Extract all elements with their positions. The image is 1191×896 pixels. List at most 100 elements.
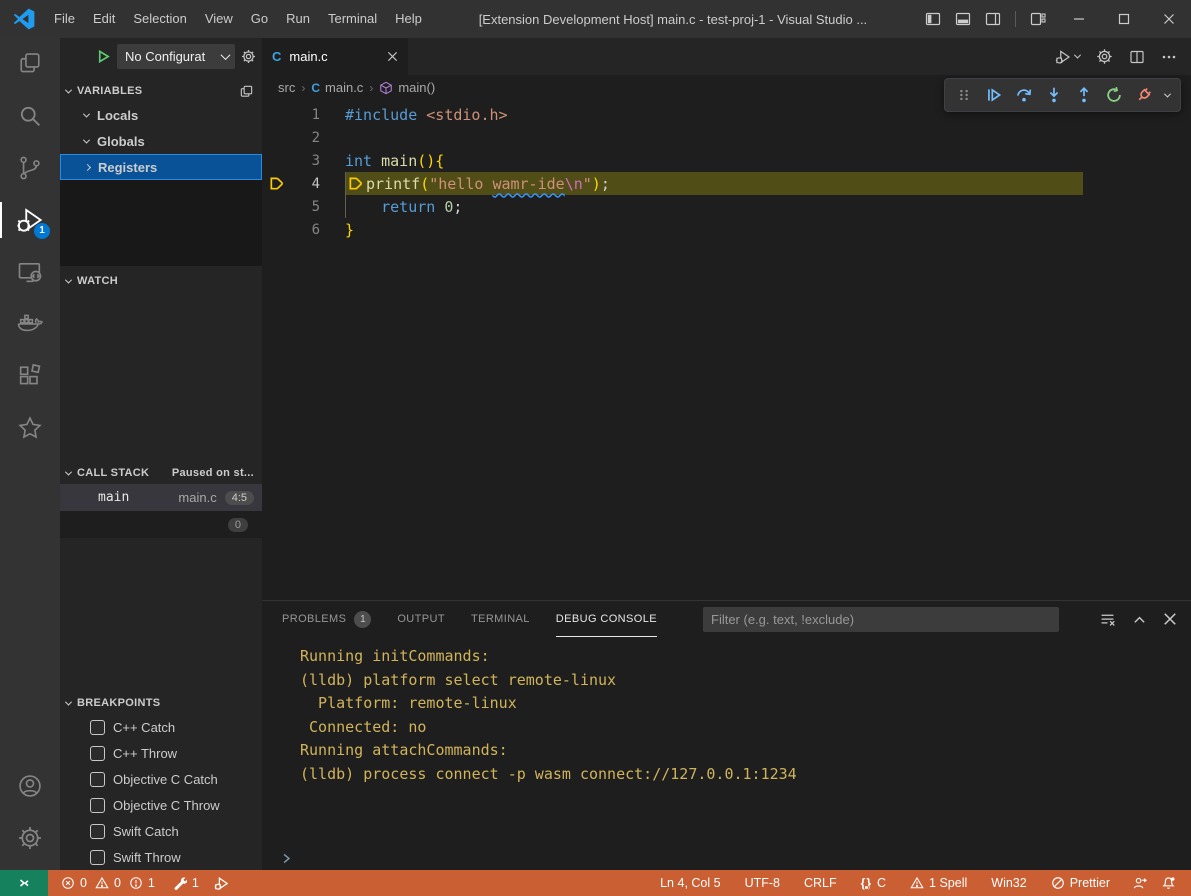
menu-item[interactable]: Selection <box>124 0 195 38</box>
code-line-2[interactable]: 2 <box>262 126 1191 149</box>
star-icon[interactable] <box>0 402 60 454</box>
platform-status[interactable]: Win32 <box>984 876 1033 890</box>
breakpoint-checkbox[interactable] <box>90 824 105 839</box>
variables-locals-row[interactable]: Locals <box>60 102 262 128</box>
breakpoint-item[interactable]: Swift Catch <box>60 818 262 844</box>
thread-row[interactable]: 0 <box>60 511 262 538</box>
breakpoint-item[interactable]: Objective C Catch <box>60 766 262 792</box>
breakpoint-item[interactable]: Objective C Throw <box>60 792 262 818</box>
language-mode-status[interactable]: C <box>854 876 893 890</box>
toggle-secondary-sidebar-icon[interactable] <box>985 11 1001 27</box>
formatter-status[interactable]: Prettier <box>1044 876 1117 890</box>
start-debug-icon[interactable] <box>96 49 111 64</box>
chevron-down-icon <box>1074 52 1081 59</box>
maximize-button[interactable] <box>1101 0 1146 38</box>
problems-status[interactable]: 0 0 1 <box>54 876 158 890</box>
notifications-bell-icon[interactable] <box>1154 876 1183 891</box>
close-panel-icon[interactable] <box>1163 612 1177 626</box>
source-control-icon[interactable] <box>0 142 60 194</box>
debug-console-output[interactable]: Running initCommands:(lldb) platform sel… <box>262 637 1191 846</box>
breakpoint-checkbox[interactable] <box>90 850 105 865</box>
breakpoint-label: Objective C Catch <box>113 772 218 787</box>
restart-icon[interactable] <box>1101 82 1127 108</box>
search-icon[interactable] <box>0 90 60 142</box>
encoding-status[interactable]: UTF-8 <box>738 876 787 890</box>
debug-launch-status-icon[interactable] <box>206 870 237 896</box>
chevron-down-icon[interactable] <box>1164 90 1171 97</box>
tab-main-c[interactable]: C main.c <box>262 38 408 75</box>
variables-section-header[interactable]: VARIABLES <box>60 80 262 102</box>
extensions-icon[interactable] <box>0 350 60 402</box>
eol-status[interactable]: CRLF <box>797 876 844 890</box>
debug-settings-gear-icon[interactable] <box>241 49 256 64</box>
toggle-panel-icon[interactable] <box>955 11 971 27</box>
remote-indicator[interactable] <box>0 870 48 896</box>
debug-configuration-dropdown[interactable]: No Configurat <box>117 44 235 69</box>
breakpoints-section-header[interactable]: BREAKPOINTS <box>60 692 262 714</box>
tab-problems[interactable]: PROBLEMS 1 <box>282 601 371 637</box>
breakpoint-item[interactable]: C++ Catch <box>60 714 262 740</box>
code-line-6[interactable]: 6 } <box>262 218 1191 241</box>
run-and-debug-icon[interactable]: 1 <box>0 194 60 246</box>
code-line-5[interactable]: 5 return 0; <box>262 195 1191 218</box>
tab-debug-console[interactable]: DEBUG CONSOLE <box>556 601 657 637</box>
breakpoint-item[interactable]: Swift Throw <box>60 844 262 870</box>
console-filter-input[interactable] <box>703 607 1059 632</box>
bottom-panel: PROBLEMS 1 OUTPUT TERMINAL DEBUG CONSOLE <box>262 600 1191 870</box>
cursor-position-status[interactable]: Ln 4, Col 5 <box>653 876 727 890</box>
stack-frame-row[interactable]: main main.c 4:5 <box>60 484 262 511</box>
tab-terminal[interactable]: TERMINAL <box>471 601 530 637</box>
close-window-button[interactable] <box>1146 0 1191 38</box>
remote-explorer-icon[interactable] <box>0 246 60 298</box>
step-out-icon[interactable] <box>1071 82 1097 108</box>
menu-item[interactable]: File <box>45 0 84 38</box>
console-input-row[interactable] <box>262 846 1191 870</box>
run-or-debug-icon[interactable] <box>1054 48 1080 66</box>
copy-value-icon[interactable] <box>239 84 254 99</box>
toggle-sidebar-icon[interactable] <box>925 11 941 27</box>
breakpoint-checkbox[interactable] <box>90 720 105 735</box>
toolbar-drag-grip[interactable] <box>951 82 977 108</box>
disconnect-icon[interactable] <box>1131 82 1157 108</box>
step-over-icon[interactable] <box>1011 82 1037 108</box>
tab-output[interactable]: OUTPUT <box>397 601 445 637</box>
breakpoint-item[interactable]: C++ Throw <box>60 740 262 766</box>
continue-icon[interactable] <box>981 82 1007 108</box>
breadcrumb-file[interactable]: main.c <box>325 80 363 95</box>
breakpoint-checkbox[interactable] <box>90 798 105 813</box>
editor-settings-gear-icon[interactable] <box>1096 48 1113 65</box>
close-tab-icon[interactable] <box>387 51 398 62</box>
code-line-4-current[interactable]: 4 printf("hello wamr-ide\n"); <box>262 172 1191 195</box>
settings-gear-icon[interactable] <box>0 812 60 864</box>
explorer-icon[interactable] <box>0 38 60 90</box>
menu-item[interactable]: View <box>196 0 242 38</box>
customize-layout-icon[interactable] <box>1030 11 1046 27</box>
debug-current-line-gutter-icon[interactable] <box>262 176 290 191</box>
breakpoint-checkbox[interactable] <box>90 746 105 761</box>
breadcrumb-symbol[interactable]: main() <box>398 80 435 95</box>
more-actions-icon[interactable] <box>1161 49 1177 65</box>
menu-item[interactable]: Run <box>277 0 319 38</box>
menu-item[interactable]: Terminal <box>319 0 386 38</box>
maximize-panel-icon[interactable] <box>1132 612 1147 627</box>
breakpoint-checkbox[interactable] <box>90 772 105 787</box>
watch-section-header[interactable]: WATCH <box>60 270 262 292</box>
call-stack-section-header[interactable]: CALL STACK Paused on st... <box>60 462 262 484</box>
minimize-button[interactable] <box>1056 0 1101 38</box>
feedback-icon[interactable] <box>1125 876 1154 891</box>
menu-item[interactable]: Help <box>386 0 431 38</box>
step-into-icon[interactable] <box>1041 82 1067 108</box>
clear-console-icon[interactable] <box>1099 611 1116 628</box>
menu-item[interactable]: Go <box>242 0 277 38</box>
menu-item[interactable]: Edit <box>84 0 124 38</box>
variables-globals-row[interactable]: Globals <box>60 128 262 154</box>
docker-icon[interactable] <box>0 298 60 350</box>
spell-checker-status[interactable]: 1 Spell <box>903 876 974 890</box>
breadcrumb-folder[interactable]: src <box>278 80 295 95</box>
tools-status[interactable]: 1 <box>166 870 206 896</box>
variables-registers-row[interactable]: Registers <box>60 154 262 180</box>
code-editor[interactable]: 1 #include <stdio.h> 2 3 int main(){ 4 <box>262 100 1191 600</box>
accounts-icon[interactable] <box>0 760 60 812</box>
code-line-3[interactable]: 3 int main(){ <box>262 149 1191 172</box>
split-editor-icon[interactable] <box>1129 49 1145 65</box>
